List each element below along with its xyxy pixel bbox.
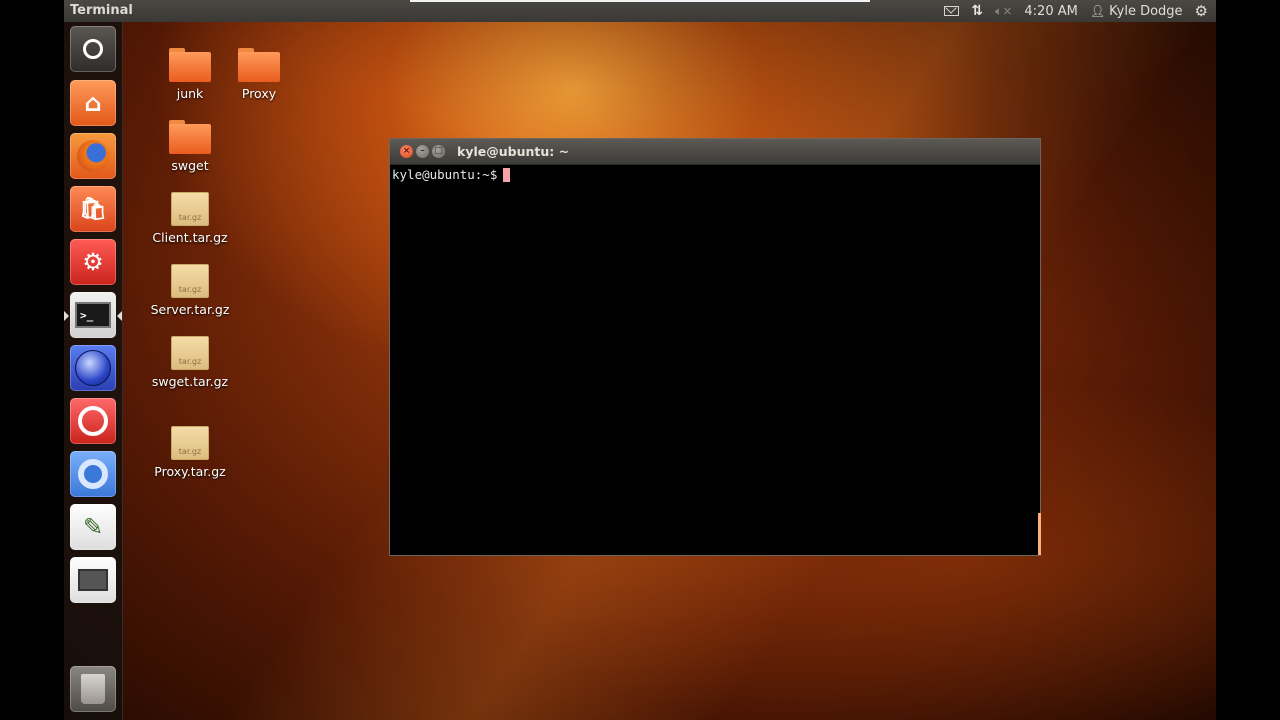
archive-icon: tar.gz [171, 336, 209, 370]
launcher-trash[interactable] [70, 666, 116, 712]
gear-icon[interactable]: ⚙ [1195, 2, 1208, 20]
ubuntu-logo-icon [83, 39, 103, 59]
top-panel: Terminal ⇅ 🔈︎× 4:20 AM 👤︎ Kyle Dodge ⚙ [64, 0, 1216, 22]
launcher-firefox[interactable] [70, 133, 116, 179]
desktop-archive-server[interactable]: tar.gz Server.tar.gz [150, 264, 230, 317]
desktop-screen: Terminal ⇅ 🔈︎× 4:20 AM 👤︎ Kyle Dodge ⚙ ⌂… [64, 0, 1216, 720]
archive-badge: tar.gz [178, 285, 202, 294]
firefox-icon [77, 140, 109, 172]
launcher-app-red[interactable] [70, 398, 116, 444]
desktop-archive-swget[interactable]: tar.gz swget.tar.gz [150, 336, 230, 389]
active-indicator-left [64, 311, 69, 321]
shopping-bag-icon: 🛍︎ [79, 196, 107, 222]
text-editor-icon: ✎ [82, 513, 104, 541]
archive-badge: tar.gz [178, 357, 202, 366]
launcher-dash-button[interactable] [70, 26, 116, 72]
desktop-icon-label: swget.tar.gz [151, 374, 229, 389]
launcher-system-settings[interactable]: ⚙ [70, 239, 116, 285]
network-icon[interactable]: ⇅ [971, 3, 983, 19]
launcher-workspace-switcher[interactable] [70, 557, 116, 603]
desktop-icon-label: swget [171, 158, 209, 173]
volume-muted-icon[interactable]: 🔈︎× [995, 4, 1012, 19]
folder-icon [169, 48, 211, 82]
desktop-archive-proxy[interactable]: tar.gz Proxy.tar.gz [150, 426, 230, 479]
clock[interactable]: 4:20 AM [1024, 4, 1077, 19]
desktop-icon-label: Server.tar.gz [150, 302, 230, 317]
active-app-title: Terminal [70, 3, 133, 18]
workspace-icon [78, 569, 108, 591]
trash-icon [81, 674, 105, 704]
maximize-button[interactable]: □ [432, 145, 445, 158]
desktop-folder-proxy[interactable]: Proxy [219, 48, 299, 101]
terminal-output[interactable]: kyle@ubuntu:~$ [390, 165, 1040, 555]
eye-icon [78, 406, 108, 436]
home-icon: ⌂ [84, 89, 102, 117]
minimize-button[interactable]: – [416, 145, 429, 158]
user-menu[interactable]: 👤︎ Kyle Dodge [1090, 4, 1183, 19]
launcher: ⌂ 🛍︎ ⚙ >_ ✎ [64, 22, 123, 720]
desktop-folder-junk[interactable]: junk [150, 48, 230, 101]
terminal-title: kyle@ubuntu: ~ [457, 144, 570, 159]
mail-icon[interactable] [944, 6, 960, 16]
desktop-icon-label: junk [176, 86, 204, 101]
archive-icon: tar.gz [171, 264, 209, 298]
settings-wrench-icon: ⚙ [82, 248, 104, 276]
indicator-area: ⇅ 🔈︎× 4:20 AM 👤︎ Kyle Dodge ⚙ [944, 0, 1208, 22]
text-cursor [503, 167, 511, 182]
desktop-icon-label: Proxy [241, 86, 277, 101]
eclipse-icon [75, 350, 111, 386]
launcher-eclipse[interactable] [70, 345, 116, 391]
close-button[interactable]: × [400, 145, 413, 158]
archive-icon: tar.gz [171, 192, 209, 226]
archive-badge: tar.gz [178, 213, 202, 222]
prompt-line: kyle@ubuntu:~$ [392, 167, 1038, 182]
desktop-folder-swget[interactable]: swget [150, 120, 230, 173]
folder-icon [238, 48, 280, 82]
terminal-window[interactable]: × – □ kyle@ubuntu: ~ kyle@ubuntu:~$ [389, 138, 1041, 556]
resize-handle[interactable] [1038, 513, 1041, 555]
title-strip [410, 0, 870, 2]
launcher-home-folder[interactable]: ⌂ [70, 80, 116, 126]
archive-badge: tar.gz [178, 447, 202, 456]
active-indicator-right [117, 311, 122, 321]
terminal-icon: >_ [75, 302, 111, 328]
desktop-archive-client[interactable]: tar.gz Client.tar.gz [150, 192, 230, 245]
user-name: Kyle Dodge [1109, 3, 1183, 19]
desktop-icon-label: Proxy.tar.gz [154, 464, 226, 479]
launcher-chromium[interactable] [70, 451, 116, 497]
archive-icon: tar.gz [171, 426, 209, 460]
launcher-text-editor[interactable]: ✎ [70, 504, 116, 550]
shell-prompt: kyle@ubuntu:~$ [392, 167, 498, 182]
terminal-titlebar[interactable]: × – □ kyle@ubuntu: ~ [390, 139, 1040, 165]
folder-icon [169, 120, 211, 154]
chromium-icon [78, 459, 108, 489]
launcher-software-center[interactable]: 🛍︎ [70, 186, 116, 232]
user-icon: 👤︎ [1089, 4, 1106, 18]
desktop-icon-label: Client.tar.gz [152, 230, 228, 245]
launcher-terminal[interactable]: >_ [70, 292, 116, 338]
